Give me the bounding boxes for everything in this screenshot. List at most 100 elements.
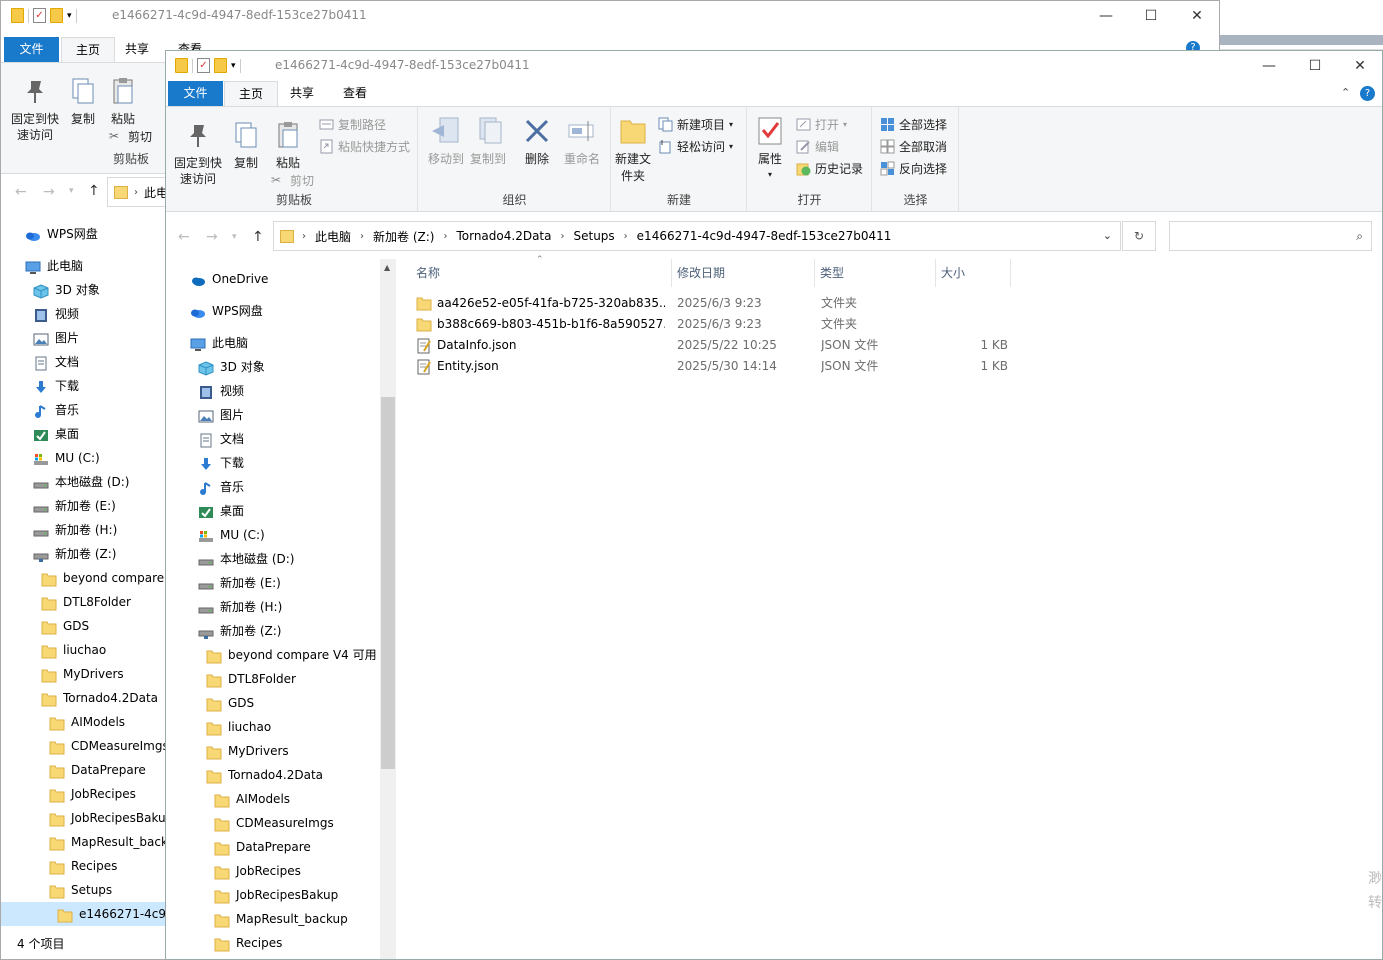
nav-item[interactable]: DataPrepare [214, 835, 311, 859]
nav-item[interactable]: OneDrive [190, 267, 268, 291]
nav-item[interactable]: 新加卷 (Z:) [198, 619, 281, 643]
forward-arrow-icon[interactable]: → [206, 229, 218, 245]
nav-item[interactable]: 此电脑 [25, 254, 83, 278]
move-to-button[interactable]: 移动到 [427, 115, 465, 167]
nav-item[interactable]: 本地磁盘 (D:) [198, 547, 294, 571]
nav-item[interactable]: JobRecipesBakup [214, 883, 338, 907]
new-item-button[interactable]: 新建项目 ▾ [658, 116, 733, 133]
delete-button[interactable]: 删除 [520, 115, 554, 167]
nav-item[interactable]: 本地磁盘 (D:) [33, 470, 129, 494]
nav-item[interactable]: JobRecipesBaku [49, 806, 166, 830]
paste-shortcut-button[interactable]: 粘贴快捷方式 [319, 138, 410, 155]
nav-item[interactable]: CDMeasureImgs [214, 811, 334, 835]
recent-dropdown-icon[interactable]: ▾ [232, 232, 237, 242]
customize-dropdown-icon[interactable]: ▾ [67, 11, 72, 21]
table-row[interactable]: Entity.json 2025/5/30 14:14 JSON 文件 1 KB [411, 356, 1011, 377]
nav-item[interactable]: Tornado4.2Data [41, 686, 158, 710]
nav-item[interactable]: liuchao [206, 715, 271, 739]
nav-item[interactable]: 图片 [198, 403, 244, 427]
nav-item[interactable]: AIModels [49, 710, 125, 734]
close-button[interactable]: ✕ [1337, 51, 1382, 81]
tab-view[interactable]: 查看 [329, 81, 381, 106]
close-button[interactable]: ✕ [1174, 1, 1219, 31]
refresh-button[interactable]: ↻ [1122, 221, 1156, 251]
nav-item[interactable]: liuchao [41, 638, 106, 662]
address-bar[interactable]: › 此电脑 › 新加卷 (Z:) › Tornado4.2Data › Setups › e14… [273, 221, 1121, 251]
nav-item[interactable]: 文档 [33, 350, 79, 374]
pin-quick-access-button[interactable]: 固定到快速访问 [7, 75, 63, 143]
paste-button[interactable]: 粘贴 [272, 119, 304, 171]
properties-check-icon[interactable]: ✓ [197, 58, 210, 73]
nav-item[interactable]: 此电脑 [190, 331, 248, 355]
address-dropdown-icon[interactable]: ⌄ [1103, 229, 1112, 242]
nav-item[interactable]: Recipes [49, 854, 117, 878]
nav-item[interactable]: 视频 [198, 379, 244, 403]
new-folder-button[interactable]: 新建文件夹 [612, 115, 654, 185]
breadcrumb-item[interactable]: 新加卷 (Z:) [364, 228, 443, 245]
nav-item[interactable]: GDS [206, 691, 254, 715]
nav-item[interactable]: Setups [49, 878, 112, 902]
nav-item[interactable]: AIModels [214, 787, 290, 811]
nav-item[interactable]: 3D 对象 [198, 355, 265, 379]
copy-to-button[interactable]: 复制到 [469, 115, 507, 167]
nav-item[interactable]: 文档 [198, 427, 244, 451]
nav-scrollbar[interactable]: ▲ [380, 259, 396, 959]
nav-item[interactable]: WPS网盘 [190, 299, 263, 323]
minimize-button[interactable]: — [1246, 51, 1292, 81]
breadcrumb-item[interactable]: Tornado4.2Data [447, 229, 560, 243]
nav-item[interactable]: Tornado4.2Data [206, 763, 323, 787]
up-arrow-icon[interactable]: ↑ [88, 183, 100, 199]
easy-access-button[interactable]: 轻松访问 ▾ [658, 138, 733, 155]
nav-item[interactable]: MU (C:) [198, 523, 265, 547]
tab-home[interactable]: 主页 [61, 37, 116, 62]
nav-item[interactable]: beyond compare V4 可用 [206, 643, 377, 667]
nav-item[interactable]: MU (C:) [33, 446, 100, 470]
tab-share[interactable]: 共享 [276, 81, 328, 106]
nav-item[interactable]: 新加卷 (Z:) [33, 542, 116, 566]
table-row[interactable]: b388c669-b803-451b-b1f6-8a590527... 2025/… [411, 314, 1011, 335]
nav-scrollbar-thumb[interactable] [381, 397, 395, 769]
tab-file[interactable]: 文件 [4, 37, 59, 62]
cut-button[interactable]: ✂ 剪切 [271, 172, 314, 189]
nav-item[interactable]: 桌面 [33, 422, 79, 446]
search-input[interactable] [1176, 229, 1357, 243]
properties-button[interactable]: 属性 ▾ [754, 115, 786, 183]
maximize-button[interactable]: ☐ [1292, 51, 1338, 81]
nav-item[interactable]: DTL8Folder [206, 667, 296, 691]
forward-arrow-icon[interactable]: → [43, 184, 55, 200]
help-icon[interactable]: ? [1360, 86, 1375, 101]
ribbon-collapse-chevron-icon[interactable]: ⌃ [1341, 86, 1350, 99]
nav-item[interactable]: 桌面 [198, 499, 244, 523]
nav-item[interactable]: 3D 对象 [33, 278, 100, 302]
history-button[interactable]: 历史记录 [796, 160, 863, 177]
select-all-button[interactable]: 全部选择 [880, 116, 947, 133]
nav-item[interactable]: 新加卷 (H:) [33, 518, 117, 542]
edit-button[interactable]: 编辑 [796, 138, 839, 155]
back-arrow-icon[interactable]: ← [15, 184, 27, 200]
cut-button[interactable]: ✂ 剪切 [109, 128, 152, 145]
copy-path-button[interactable]: 复制路径 [319, 116, 386, 133]
column-modified[interactable]: 修改日期 [672, 259, 815, 287]
nav-item[interactable]: 音乐 [198, 475, 244, 499]
breadcrumb-item[interactable]: 此电脑 [306, 228, 360, 245]
select-none-button[interactable]: 全部取消 [880, 138, 947, 155]
open-button[interactable]: 打开 ▾ [796, 116, 847, 133]
minimize-button[interactable]: — [1083, 1, 1129, 31]
nav-item[interactable]: DataPrepare [49, 758, 146, 782]
nav-item[interactable]: JobRecipes [49, 782, 136, 806]
copy-button[interactable]: 复制 [230, 119, 262, 171]
copy-button[interactable]: 复制 [67, 75, 99, 127]
nav-item[interactable]: WPS网盘 [25, 222, 98, 246]
rename-button[interactable]: 重命名 [561, 115, 603, 167]
nav-item[interactable]: 新加卷 (E:) [198, 571, 281, 595]
recent-dropdown-icon[interactable]: ▾ [69, 186, 74, 196]
search-box[interactable]: ⌕ [1169, 221, 1372, 251]
table-row[interactable]: DataInfo.json 2025/5/22 10:25 JSON 文件 1 KB [411, 335, 1011, 356]
nav-item[interactable]: 下载 [198, 451, 244, 475]
new-folder-icon[interactable] [214, 58, 227, 73]
scroll-up-icon[interactable]: ▲ [384, 263, 390, 272]
nav-item[interactable]: CDMeasureImgs [49, 734, 167, 758]
nav-item[interactable]: MyDrivers [206, 739, 289, 763]
properties-check-icon[interactable]: ✓ [33, 8, 46, 23]
column-type[interactable]: 类型 [815, 259, 936, 287]
